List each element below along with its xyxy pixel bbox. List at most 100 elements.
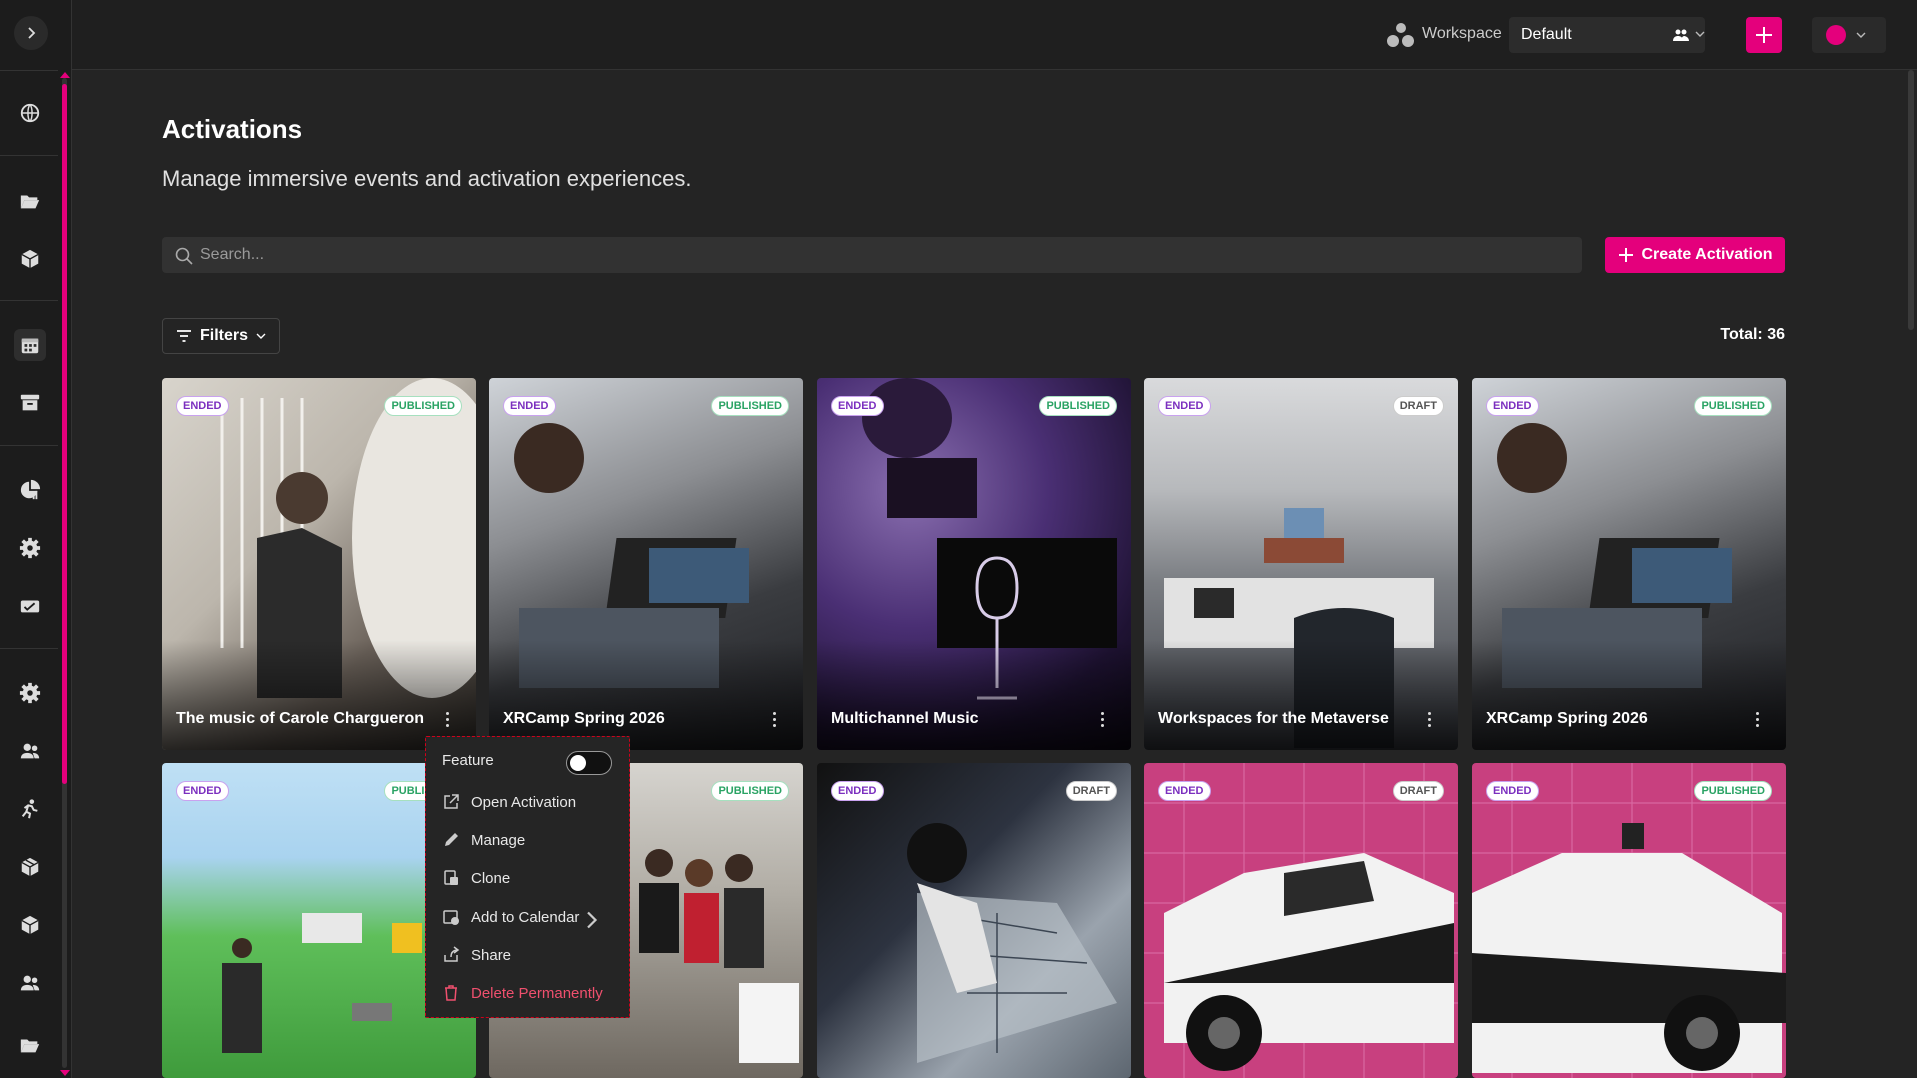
workspace-select[interactable]: Default [1509, 17, 1705, 53]
menu-item-share[interactable]: Share [426, 939, 629, 971]
calendar-add-icon [443, 910, 459, 925]
status-badge: ENDED [176, 396, 229, 416]
menu-item-clone[interactable]: Clone [426, 862, 629, 894]
search-icon [175, 247, 193, 265]
sidebar-item-avatars[interactable] [14, 793, 46, 825]
calendar-icon [21, 338, 39, 354]
card-title: XRCamp Spring 2026 [503, 710, 665, 727]
sidebar-item-admin-settings[interactable] [14, 677, 46, 709]
globe-network-icon [20, 103, 40, 123]
menu-item-open-activation[interactable]: Open Activation [426, 786, 629, 818]
boxes-icon [21, 857, 39, 877]
external-link-icon [444, 794, 459, 809]
page-subtitle: Manage immersive events and activation e… [162, 166, 692, 191]
status-badge: ENDED [831, 781, 884, 801]
add-button[interactable] [1746, 17, 1782, 53]
clone-icon [444, 870, 458, 885]
card-menu-button[interactable] [1428, 712, 1432, 728]
state-badge: DRAFT [1392, 396, 1444, 416]
sidebar [0, 0, 72, 1078]
activation-card[interactable]: ENDED PUBLISHED [1472, 763, 1786, 1078]
scroll-up-icon[interactable] [60, 72, 70, 78]
page-scrollbar[interactable] [1908, 70, 1914, 330]
menu-item-label: Manage [471, 831, 526, 849]
page-title: Activations [162, 114, 303, 144]
group-icon [1673, 29, 1689, 41]
state-badge: PUBLISHED [1694, 781, 1772, 801]
state-badge: PUBLISHED [1039, 396, 1117, 416]
feature-toggle[interactable] [566, 751, 612, 775]
activation-card[interactable]: ENDED PUBLISHED The music of Carole Char… [162, 378, 476, 750]
menu-item-add-to-calendar[interactable]: Add to Calendar [426, 901, 629, 933]
plus-icon [1618, 248, 1633, 262]
card-menu-button[interactable] [1101, 712, 1105, 728]
activation-card[interactable]: ENDED DRAFT Workspaces for the Metaverse [1144, 378, 1458, 750]
status-badge: ENDED [176, 781, 229, 801]
search-input[interactable] [200, 237, 1570, 273]
gear-icon [19, 682, 41, 704]
sidebar-item-folders[interactable] [14, 185, 46, 217]
sidebar-divider [0, 300, 58, 301]
state-badge: PUBLISHED [711, 396, 789, 416]
activation-card[interactable]: ENDED PUBLISHED XRCamp Spring 2026 [1472, 378, 1786, 750]
users-icon [20, 975, 40, 991]
plus-icon [1756, 27, 1772, 43]
sidebar-item-settings[interactable] [14, 532, 46, 564]
sidebar-item-files[interactable] [14, 1029, 46, 1061]
status-badge: ENDED [503, 396, 556, 416]
chevron-down-icon [1856, 32, 1866, 38]
filters-label: Filters [199, 327, 248, 344]
avatar [1826, 25, 1846, 45]
sidebar-item-activations[interactable] [14, 329, 46, 361]
card-image [1144, 763, 1458, 1078]
activation-card[interactable]: ENDED DRAFT [1144, 763, 1458, 1078]
card-menu-button[interactable] [773, 712, 777, 728]
folder-open-icon [20, 1039, 40, 1053]
sidebar-item-objects[interactable] [14, 243, 46, 275]
card-context-menu: Feature Open Activation Manage Clone Add… [425, 736, 630, 1018]
state-badge: PUBLISHED [384, 396, 462, 416]
expand-sidebar-button[interactable] [14, 16, 48, 50]
sidebar-item-archive[interactable] [14, 387, 46, 419]
filters-button[interactable]: Filters [162, 318, 280, 354]
sidebar-item-network[interactable] [14, 97, 46, 129]
sidebar-item-teams[interactable] [14, 967, 46, 999]
sidebar-item-tickets[interactable] [14, 590, 46, 622]
sidebar-scrollbar-thumb[interactable] [62, 84, 67, 784]
users-icon [20, 743, 40, 759]
menu-item-delete-permanently[interactable]: Delete Permanently [426, 977, 629, 1009]
menu-feature-row: Feature [426, 744, 629, 776]
card-gradient [1472, 640, 1786, 750]
activation-card[interactable]: ENDED DRAFT [817, 763, 1131, 1078]
chevron-right-icon [587, 911, 598, 929]
sidebar-item-analytics[interactable] [14, 474, 46, 506]
toggle-knob [570, 755, 586, 771]
menu-item-label: Delete Permanently [471, 984, 603, 1002]
sidebar-divider [0, 70, 58, 71]
card-title: XRCamp Spring 2026 [1486, 710, 1648, 727]
sidebar-item-assets[interactable] [14, 909, 46, 941]
cube-icon [21, 915, 39, 935]
create-activation-button[interactable]: Create Activation [1605, 237, 1785, 273]
filter-icon [176, 330, 191, 342]
workspace-icon [1387, 23, 1414, 47]
menu-item-label: Share [471, 946, 512, 964]
card-menu-button[interactable] [1756, 712, 1760, 728]
sidebar-item-users[interactable] [14, 735, 46, 767]
menu-item-manage[interactable]: Manage [426, 824, 629, 856]
scroll-down-icon[interactable] [60, 1070, 70, 1076]
sidebar-divider [0, 445, 58, 446]
activation-card[interactable]: ENDED PUBLISHED Multichannel Music [817, 378, 1131, 750]
sidebar-item-packages[interactable] [14, 851, 46, 883]
card-image [907, 823, 1117, 1063]
trash-icon [445, 985, 457, 1001]
state-badge: DRAFT [1065, 781, 1117, 801]
cube-icon [21, 249, 39, 269]
activation-card[interactable]: ENDED PUBLISHED XRCamp Spring 2026 [489, 378, 803, 750]
status-badge: ENDED [1158, 396, 1211, 416]
card-menu-button[interactable] [446, 712, 450, 728]
sidebar-divider [0, 648, 58, 649]
feature-label: Feature [442, 751, 494, 769]
chevron-right-icon [28, 27, 36, 39]
user-menu-button[interactable] [1812, 17, 1886, 53]
